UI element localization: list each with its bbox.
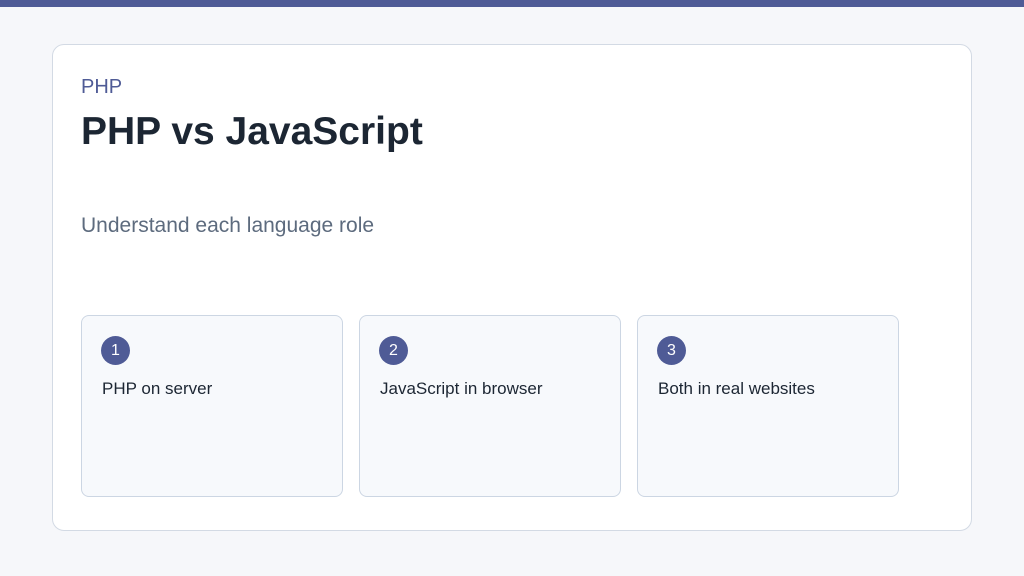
step-number-badge: 1 (101, 336, 130, 365)
step-card-1: 1 PHP on server (81, 315, 343, 497)
step-cards: 1 PHP on server 2 JavaScript in browser … (81, 315, 899, 497)
step-number-badge: 3 (657, 336, 686, 365)
slide-eyebrow: PHP (81, 76, 123, 98)
step-label: JavaScript in browser (380, 379, 543, 398)
slide-card: PHP PHP vs JavaScript Understand each la… (52, 44, 972, 531)
step-number-badge: 2 (379, 336, 408, 365)
slide-title: PHP vs JavaScript (81, 110, 423, 153)
step-label: PHP on server (102, 379, 213, 398)
slide-subtitle: Understand each language role (81, 214, 375, 237)
step-card-3: 3 Both in real websites (637, 315, 899, 497)
step-label: Both in real websites (658, 379, 815, 398)
step-card-2: 2 JavaScript in browser (359, 315, 621, 497)
top-accent-bar (0, 0, 1024, 7)
